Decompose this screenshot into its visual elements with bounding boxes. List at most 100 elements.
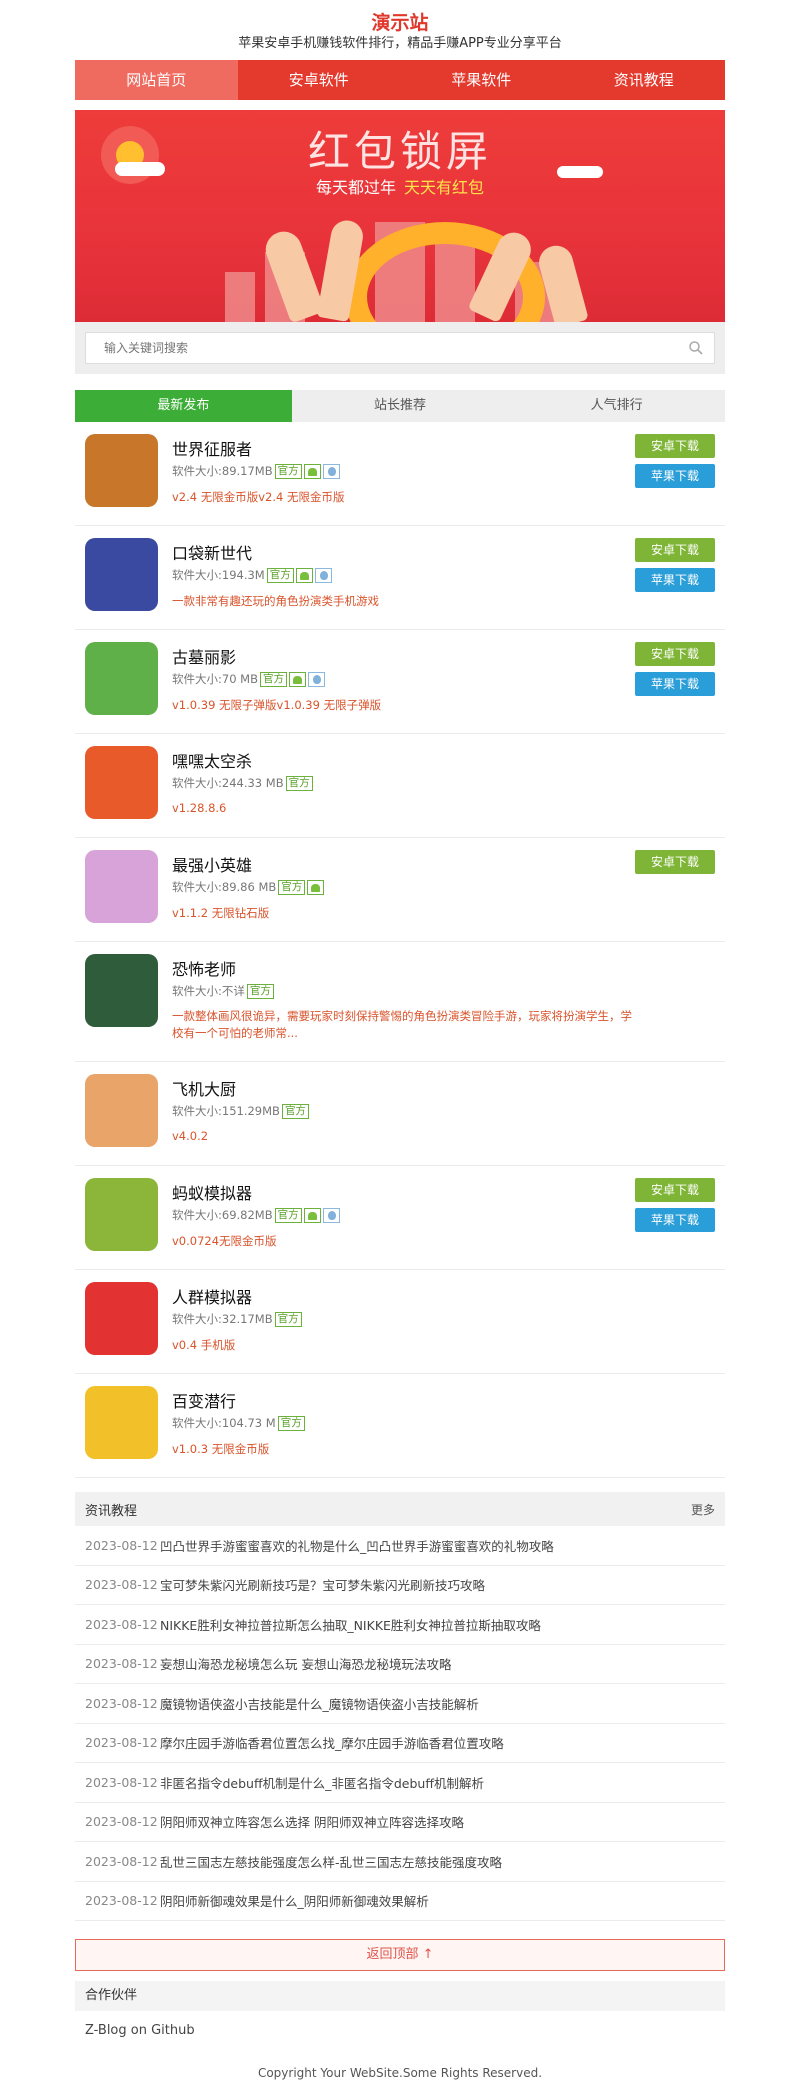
app-meta: 软件大小:89.17MB 官方	[172, 463, 340, 479]
site-title[interactable]: 演示站	[75, 0, 725, 34]
app-list-item[interactable]: 口袋新世代 软件大小:194.3M 官方 一款非常有趣还玩的角色扮演类手机游戏 安卓下载…	[75, 526, 725, 630]
nav-item-android[interactable]: 安卓软件	[238, 60, 401, 100]
news-date: 2023-08-12	[85, 1814, 158, 1830]
news-item[interactable]: 2023-08-12 宝可梦朱紫闪光刷新技巧是？宝可梦朱紫闪光刷新技巧攻略	[75, 1566, 725, 1605]
app-icon[interactable]	[85, 642, 158, 715]
nav-item-apple[interactable]: 苹果软件	[400, 60, 563, 100]
search-input[interactable]	[104, 341, 688, 355]
news-item[interactable]: 2023-08-12 摩尔庄园手游临香君位置怎么找_摩尔庄园手游临香君位置攻略	[75, 1724, 725, 1763]
official-badge: 官方	[285, 775, 313, 791]
news-title[interactable]: 宝可梦朱紫闪光刷新技巧是？宝可梦朱紫闪光刷新技巧攻略	[160, 1575, 485, 1594]
app-meta: 软件大小:32.17MB 官方	[172, 1311, 302, 1327]
official-badge: 官方	[281, 1103, 309, 1119]
app-size: 软件大小:104.73 M	[172, 1416, 276, 1430]
official-badge: 官方	[266, 567, 294, 583]
app-size: 软件大小:70 MB	[172, 672, 258, 686]
app-name[interactable]: 世界征服者	[172, 436, 252, 460]
news-title[interactable]: 阴阳师新御魂效果是什么_阴阳师新御魂效果解析	[160, 1891, 429, 1910]
news-date: 2023-08-12	[85, 1656, 158, 1672]
partner-link[interactable]: Z-Blog on Github	[75, 2011, 725, 2050]
news-title[interactable]: 非匿名指令debuff机制是什么_非匿名指令debuff机制解析	[160, 1773, 484, 1792]
nav-item-home[interactable]: 网站首页	[75, 60, 238, 100]
news-item[interactable]: 2023-08-12 非匿名指令debuff机制是什么_非匿名指令debuff机制…	[75, 1763, 725, 1803]
app-name[interactable]: 古墓丽影	[172, 644, 236, 668]
official-badge: 官方	[274, 1207, 302, 1223]
news-item[interactable]: 2023-08-12 NIKKE胜利女神拉普拉斯怎么抽取_NIKKE胜利女神拉普拉…	[75, 1605, 725, 1645]
android-download-button[interactable]: 安卓下载	[635, 434, 715, 458]
app-icon[interactable]	[85, 1282, 158, 1355]
app-list-item[interactable]: 蚂蚁模拟器 软件大小:69.82MB 官方 v0.0724无限金币版 安卓下载 苹果下载	[75, 1166, 725, 1270]
news-item[interactable]: 2023-08-12 魔镜物语侠盗小吉技能是什么_魔镜物语侠盗小吉技能解析	[75, 1684, 725, 1724]
app-list-item[interactable]: 人群模拟器 软件大小:32.17MB 官方 v0.4 手机版	[75, 1270, 725, 1374]
news-item[interactable]: 2023-08-12 妄想山海恐龙秘境怎么玩 妄想山海恐龙秘境玩法攻略	[75, 1645, 725, 1684]
app-version: 一款非常有趣还玩的角色扮演类手机游戏	[172, 594, 379, 608]
app-name[interactable]: 最强小英雄	[172, 852, 252, 876]
app-version: v1.1.2 无限钻石版	[172, 906, 270, 920]
app-icon[interactable]	[85, 954, 158, 1027]
news-item[interactable]: 2023-08-12 乱世三国志左慈技能强度怎么样-乱世三国志左慈技能强度攻略	[75, 1842, 725, 1882]
app-icon[interactable]	[85, 1386, 158, 1459]
app-version: v1.0.39 无限子弹版v1.0.39 无限子弹版	[172, 698, 382, 712]
app-meta: 软件大小:70 MB 官方	[172, 671, 325, 687]
news-title[interactable]: 魔镜物语侠盗小吉技能是什么_魔镜物语侠盗小吉技能解析	[160, 1694, 479, 1713]
app-name[interactable]: 蚂蚁模拟器	[172, 1180, 252, 1204]
app-icon[interactable]	[85, 538, 158, 611]
app-list-item[interactable]: 最强小英雄软件大小:89.86 MB 官方 v1.1.2 无限钻石版 安卓下载	[75, 838, 725, 942]
app-list-item[interactable]: 世界征服者 软件大小:89.17MB 官方 v2.4 无限金币版v2.4 无限金币版 安…	[75, 422, 725, 526]
app-meta: 软件大小:69.82MB 官方	[172, 1207, 340, 1223]
apple-download-button[interactable]: 苹果下载	[635, 568, 715, 592]
search-icon[interactable]	[688, 340, 704, 356]
apple-download-button[interactable]: 苹果下载	[635, 672, 715, 696]
app-version: v1.28.8.6	[172, 801, 227, 815]
official-badge: 官方	[259, 671, 287, 687]
app-name[interactable]: 恐怖老师	[172, 956, 236, 980]
app-icon[interactable]	[85, 1074, 158, 1147]
app-list-item[interactable]: 百变潜行 软件大小:104.73 M 官方 v1.0.3 无限金币版	[75, 1374, 725, 1478]
news-more-link[interactable]: 更多	[691, 1501, 715, 1518]
news-item[interactable]: 2023-08-12 凹凸世界手游蜜蜜喜欢的礼物是什么_凹凸世界手游蜜蜜喜欢的礼物…	[75, 1526, 725, 1566]
main-nav: 网站首页 安卓软件 苹果软件 资讯教程	[75, 60, 725, 100]
apple-download-button[interactable]: 苹果下载	[635, 1208, 715, 1232]
news-title[interactable]: 摩尔庄园手游临香君位置怎么找_摩尔庄园手游临香君位置攻略	[160, 1733, 504, 1752]
app-icon[interactable]	[85, 1178, 158, 1251]
banner-sub-yellow: 天天有红包	[404, 178, 485, 197]
app-icon[interactable]	[85, 746, 158, 819]
news-title[interactable]: 乱世三国志左慈技能强度怎么样-乱世三国志左慈技能强度攻略	[160, 1852, 502, 1871]
android-download-button[interactable]: 安卓下载	[635, 850, 715, 874]
android-download-button[interactable]: 安卓下载	[635, 538, 715, 562]
app-icon[interactable]	[85, 434, 158, 507]
android-download-button[interactable]: 安卓下载	[635, 642, 715, 666]
tab-latest[interactable]: 最新发布	[75, 390, 292, 422]
app-name[interactable]: 口袋新世代	[172, 540, 252, 564]
app-list-item[interactable]: 古墓丽影软件大小:70 MB 官方 v1.0.39 无限子弹版v1.0.39 无限子…	[75, 630, 725, 734]
android-download-button[interactable]: 安卓下载	[635, 1178, 715, 1202]
banner[interactable]: 红包锁屏 每天都过年 天天有红包	[75, 110, 725, 322]
app-list-item[interactable]: 飞机大厨 软件大小:151.29MB 官方 v4.0.2	[75, 1062, 725, 1166]
apple-download-button[interactable]: 苹果下载	[635, 464, 715, 488]
app-list-item[interactable]: 恐怖老师 软件大小:不详 官方 一款整体画风很诡异，需要玩家时刻保持警惕的角色扮演类冒…	[75, 942, 725, 1062]
app-name[interactable]: 百变潜行	[172, 1388, 236, 1412]
app-icon[interactable]	[85, 850, 158, 923]
app-description: 一款整体画风很诡异，需要玩家时刻保持警惕的角色扮演类冒险手游，玩家将扮演学生，学…	[172, 1009, 632, 1040]
nav-item-news[interactable]: 资讯教程	[563, 60, 726, 100]
news-title[interactable]: 凹凸世界手游蜜蜜喜欢的礼物是什么_凹凸世界手游蜜蜜喜欢的礼物攻略	[160, 1536, 554, 1555]
app-version: v4.0.2	[172, 1129, 209, 1143]
app-name[interactable]: 嘿嘿太空杀	[172, 748, 252, 772]
app-meta: 软件大小:89.86 MB 官方	[172, 879, 325, 895]
news-item[interactable]: 2023-08-12 阴阳师新御魂效果是什么_阴阳师新御魂效果解析	[75, 1882, 725, 1921]
tab-recommended[interactable]: 站长推荐	[292, 390, 509, 422]
official-badge: 官方	[278, 879, 306, 895]
app-name[interactable]: 人群模拟器	[172, 1284, 252, 1308]
apple-icon	[307, 671, 325, 687]
back-to-top-button[interactable]: 返回顶部 ↑	[75, 1939, 725, 1971]
app-name[interactable]: 飞机大厨	[172, 1076, 236, 1100]
app-list-item[interactable]: 嘿嘿太空杀 软件大小:244.33 MB 官方 v1.28.8.6	[75, 734, 725, 838]
app-size: 软件大小:89.17MB	[172, 464, 273, 478]
tabs: 最新发布 站长推荐 人气排行	[75, 390, 725, 422]
news-title[interactable]: NIKKE胜利女神拉普拉斯怎么抽取_NIKKE胜利女神拉普拉斯抽取攻略	[160, 1615, 541, 1634]
tab-popular[interactable]: 人气排行	[508, 390, 725, 422]
news-title[interactable]: 阴阳师双神立阵容怎么选择 阴阳师双神立阵容选择攻略	[160, 1812, 464, 1831]
banner-sub-white: 每天都过年	[315, 178, 396, 197]
news-title[interactable]: 妄想山海恐龙秘境怎么玩 妄想山海恐龙秘境玩法攻略	[160, 1654, 451, 1673]
news-item[interactable]: 2023-08-12 阴阳师双神立阵容怎么选择 阴阳师双神立阵容选择攻略	[75, 1803, 725, 1842]
